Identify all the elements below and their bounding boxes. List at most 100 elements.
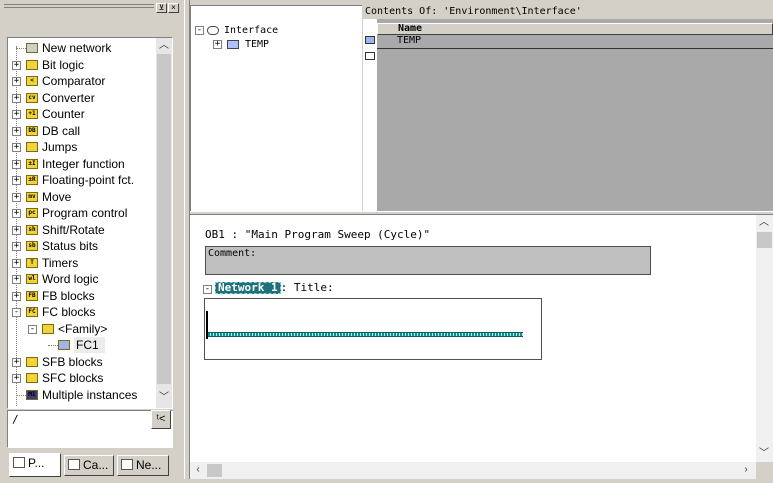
scroll-left-arrow-icon[interactable]: ‹: [190, 462, 206, 478]
expand-icon[interactable]: +: [12, 60, 21, 70]
expand-icon[interactable]: +: [213, 40, 222, 49]
catalog-item-new-network[interactable]: New network: [8, 40, 156, 56]
tab-program-elements[interactable]: P...: [9, 453, 61, 477]
catalog-item-db-call[interactable]: + DB DB call: [8, 123, 156, 139]
block-title[interactable]: OB1 : "Main Program Sweep (Cycle)": [205, 228, 430, 241]
network-title[interactable]: : Title:: [281, 281, 334, 294]
expand-icon[interactable]: +: [12, 126, 21, 136]
scrollbar-corner: [756, 462, 773, 479]
info-toggle-button[interactable]: ᵗ<: [151, 410, 171, 429]
collapse-icon[interactable]: -: [28, 324, 37, 334]
collapse-icon[interactable]: -: [195, 26, 204, 35]
ladder-network[interactable]: [204, 298, 542, 360]
catalog-item-shift-rotate[interactable]: + sh Shift/Rotate: [8, 222, 156, 238]
catalog-item-sfb-blocks[interactable]: + SFB blocks: [8, 354, 156, 370]
catalog-item-timers[interactable]: + T Timers: [8, 255, 156, 271]
interface-root-label: Interface: [224, 25, 279, 36]
window-bottom-edge: [184, 479, 773, 483]
catalog-item-integer-function[interactable]: + ±I Integer function: [8, 156, 156, 172]
expand-icon[interactable]: +: [12, 258, 21, 268]
scroll-up-arrow-icon[interactable]: ︿: [156, 38, 172, 54]
expand-icon[interactable]: +: [12, 357, 21, 367]
networks-icon: [121, 459, 133, 470]
network-header[interactable]: - Network 1: Title:: [203, 281, 334, 294]
tab-label: Ne...: [136, 458, 162, 472]
interface-contents-title: Contents Of: 'Environment\Interface': [363, 5, 773, 19]
expand-icon[interactable]: +: [12, 291, 21, 301]
catalog-item-label: FB blocks: [42, 288, 95, 303]
expand-icon[interactable]: +: [12, 242, 21, 251]
integer-function-icon: ±I: [26, 158, 38, 169]
comment-label: Comment:: [208, 248, 257, 259]
catalog-item-label: Counter: [42, 107, 85, 121]
counter-icon: +1: [26, 109, 38, 119]
pane-title-grip[interactable]: ⊻ ×: [2, 2, 182, 13]
expand-icon[interactable]: +: [12, 77, 21, 86]
expand-icon[interactable]: +: [12, 110, 21, 119]
collapse-icon[interactable]: -: [12, 308, 21, 317]
code-vertical-scrollbar[interactable]: ︿ ﹀: [756, 215, 773, 462]
fc-blocks-icon: FC: [26, 307, 38, 317]
interface-temp-label: TEMP: [245, 39, 270, 50]
catalog-item-multiple-instances[interactable]: MI Multiple instances: [8, 387, 156, 403]
catalog-vertical-scrollbar[interactable]: ︿ ﹀: [156, 38, 172, 408]
pane-dock-button[interactable]: ⊻: [156, 3, 167, 13]
catalog-item-label: Floating-point fct.: [42, 173, 135, 187]
ladder-rung[interactable]: [208, 332, 523, 337]
catalog-item-label: SFB blocks: [42, 354, 103, 369]
catalog-item-word-logic[interactable]: + wl Word logic: [8, 271, 156, 287]
table-row[interactable]: TEMP: [377, 35, 773, 49]
scroll-down-arrow-icon[interactable]: ﹀: [756, 446, 772, 462]
expand-icon[interactable]: +: [12, 159, 21, 169]
jumps-icon: [26, 142, 38, 152]
scroll-thumb[interactable]: [757, 232, 772, 248]
scroll-right-arrow-icon[interactable]: ›: [738, 462, 754, 478]
shift-rotate-icon: sh: [26, 224, 38, 235]
scroll-down-arrow-icon[interactable]: ﹀: [156, 390, 172, 406]
catalog-item-fb-blocks[interactable]: + FB FB blocks: [8, 288, 156, 304]
pane-close-button[interactable]: ×: [168, 3, 179, 13]
catalog-item-converter[interactable]: + cv Converter: [8, 90, 156, 106]
expand-icon[interactable]: +: [12, 143, 21, 152]
interface-tree-pane: - Interface + TEMP: [190, 5, 362, 211]
catalog-item-jumps[interactable]: + Jumps: [8, 139, 156, 155]
scroll-thumb[interactable]: [207, 464, 222, 477]
catalog-item-sfc-blocks[interactable]: + SFC blocks: [8, 370, 156, 386]
catalog-item-fc-blocks[interactable]: - FC FC blocks: [8, 304, 156, 320]
code-editor[interactable]: OB1 : "Main Program Sweep (Cycle)" Comme…: [190, 215, 756, 462]
expand-icon[interactable]: +: [12, 209, 21, 218]
code-horizontal-scrollbar[interactable]: ‹ ›: [190, 462, 756, 479]
catalog-item-program-control[interactable]: + pc Program control: [8, 205, 156, 221]
family-icon: [42, 323, 54, 334]
catalog-item-label: SFC blocks: [42, 371, 104, 385]
temp-variable-icon: [227, 40, 239, 49]
catalog-item-move[interactable]: + mv Move: [8, 189, 156, 205]
program-elements-icon: [13, 457, 25, 468]
catalog-item-comparator[interactable]: + < Comparator: [8, 73, 156, 89]
network-label[interactable]: Network 1: [215, 282, 281, 294]
scroll-up-arrow-icon[interactable]: ︿: [756, 215, 772, 231]
expand-icon[interactable]: +: [12, 374, 21, 383]
expand-icon[interactable]: +: [12, 275, 21, 284]
catalog-item-family[interactable]: - <Family>: [8, 321, 156, 337]
floating-point-fct-icon: ±R: [26, 175, 38, 185]
catalog-item-label: Converter: [42, 90, 95, 105]
expand-icon[interactable]: +: [12, 192, 21, 202]
catalog-item-counter[interactable]: + +1 Counter: [8, 106, 156, 122]
scroll-thumb[interactable]: [157, 54, 171, 384]
tab-call-structure[interactable]: Ca...: [64, 455, 114, 476]
block-comment-field[interactable]: Comment:: [205, 246, 651, 275]
expand-icon[interactable]: +: [12, 225, 21, 235]
expand-icon[interactable]: +: [12, 176, 21, 185]
expand-icon[interactable]: +: [12, 93, 21, 103]
catalog-tree-box: New network + Bit logic + < Comparator + cv Conv…: [7, 37, 173, 409]
catalog-item-fc1[interactable]: FC1: [8, 337, 156, 353]
catalog-item-label: Integer function: [42, 156, 125, 171]
collapse-icon[interactable]: -: [203, 285, 212, 294]
sfb-blocks-icon: [26, 356, 38, 367]
catalog-item-floating-point-fct[interactable]: + ±R Floating-point fct.: [8, 172, 156, 188]
catalog-item-bit-logic[interactable]: + Bit logic: [8, 57, 156, 73]
catalog-item-status-bits[interactable]: + sb Status bits: [8, 238, 156, 254]
column-header-name[interactable]: Name: [377, 23, 773, 35]
tab-networks[interactable]: Ne...: [117, 455, 169, 476]
